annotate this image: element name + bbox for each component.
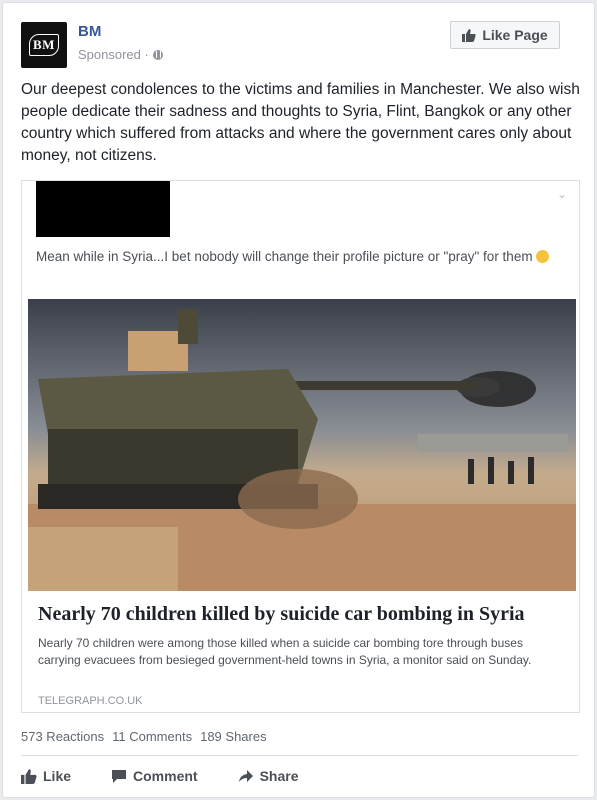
like-button[interactable]: Like [21, 765, 71, 787]
article-preview[interactable]: Nearly 70 children killed by suicide car… [28, 591, 576, 708]
reactions-count[interactable]: 573 Reactions [21, 729, 104, 744]
shared-text: Mean while in Syria...I bet nobody will … [36, 249, 533, 264]
sponsored-text: Sponsored · [78, 47, 149, 62]
thumbs-up-icon [462, 29, 476, 42]
shares-count[interactable]: 189 Shares [200, 729, 267, 744]
like-page-label: Like Page [482, 27, 548, 43]
article-headline[interactable]: Nearly 70 children killed by suicide car… [38, 603, 568, 626]
tank-photo-illustration [28, 299, 576, 591]
article-summary: Nearly 70 children were among those kill… [38, 636, 532, 667]
like-label: Like [43, 768, 72, 784]
globe-icon [152, 49, 163, 60]
comment-label: Comment [133, 768, 198, 784]
avatar-logo-text: BM [29, 34, 59, 56]
sad-emoji-icon [535, 250, 549, 263]
page-avatar[interactable]: BM [21, 22, 67, 68]
comments-count[interactable]: 11 Comments [112, 729, 192, 744]
action-bar: Like Comment Share [21, 765, 578, 787]
chevron-down-icon[interactable]: ⌄ [557, 187, 567, 201]
comment-button[interactable]: Comment [111, 765, 198, 787]
like-page-button[interactable]: Like Page [450, 21, 560, 49]
sponsored-label: Sponsored · [78, 47, 163, 62]
post-card: BM BM Sponsored · Like Page Our deepest … [2, 2, 595, 798]
share-arrow-icon [238, 770, 253, 782]
divider [21, 755, 578, 756]
article-source: TELEGRAPH.CO.UK [38, 695, 143, 707]
comment-icon [112, 770, 127, 783]
post-message: Our deepest condolences to the victims a… [21, 81, 580, 164]
page-name-link[interactable]: BM [78, 23, 101, 40]
shared-post[interactable]: ⌄ Mean while in Syria...I bet nobody wil… [21, 180, 580, 713]
thumbs-up-icon [21, 769, 37, 784]
shared-post-text: Mean while in Syria...I bet nobody will … [36, 247, 566, 267]
article-photo[interactable] [28, 299, 576, 591]
share-button[interactable]: Share [238, 765, 299, 787]
redacted-block [36, 181, 170, 237]
share-label: Share [259, 768, 299, 784]
engagement-stats: 573 Reactions 11 Comments 189 Shares [21, 729, 267, 744]
